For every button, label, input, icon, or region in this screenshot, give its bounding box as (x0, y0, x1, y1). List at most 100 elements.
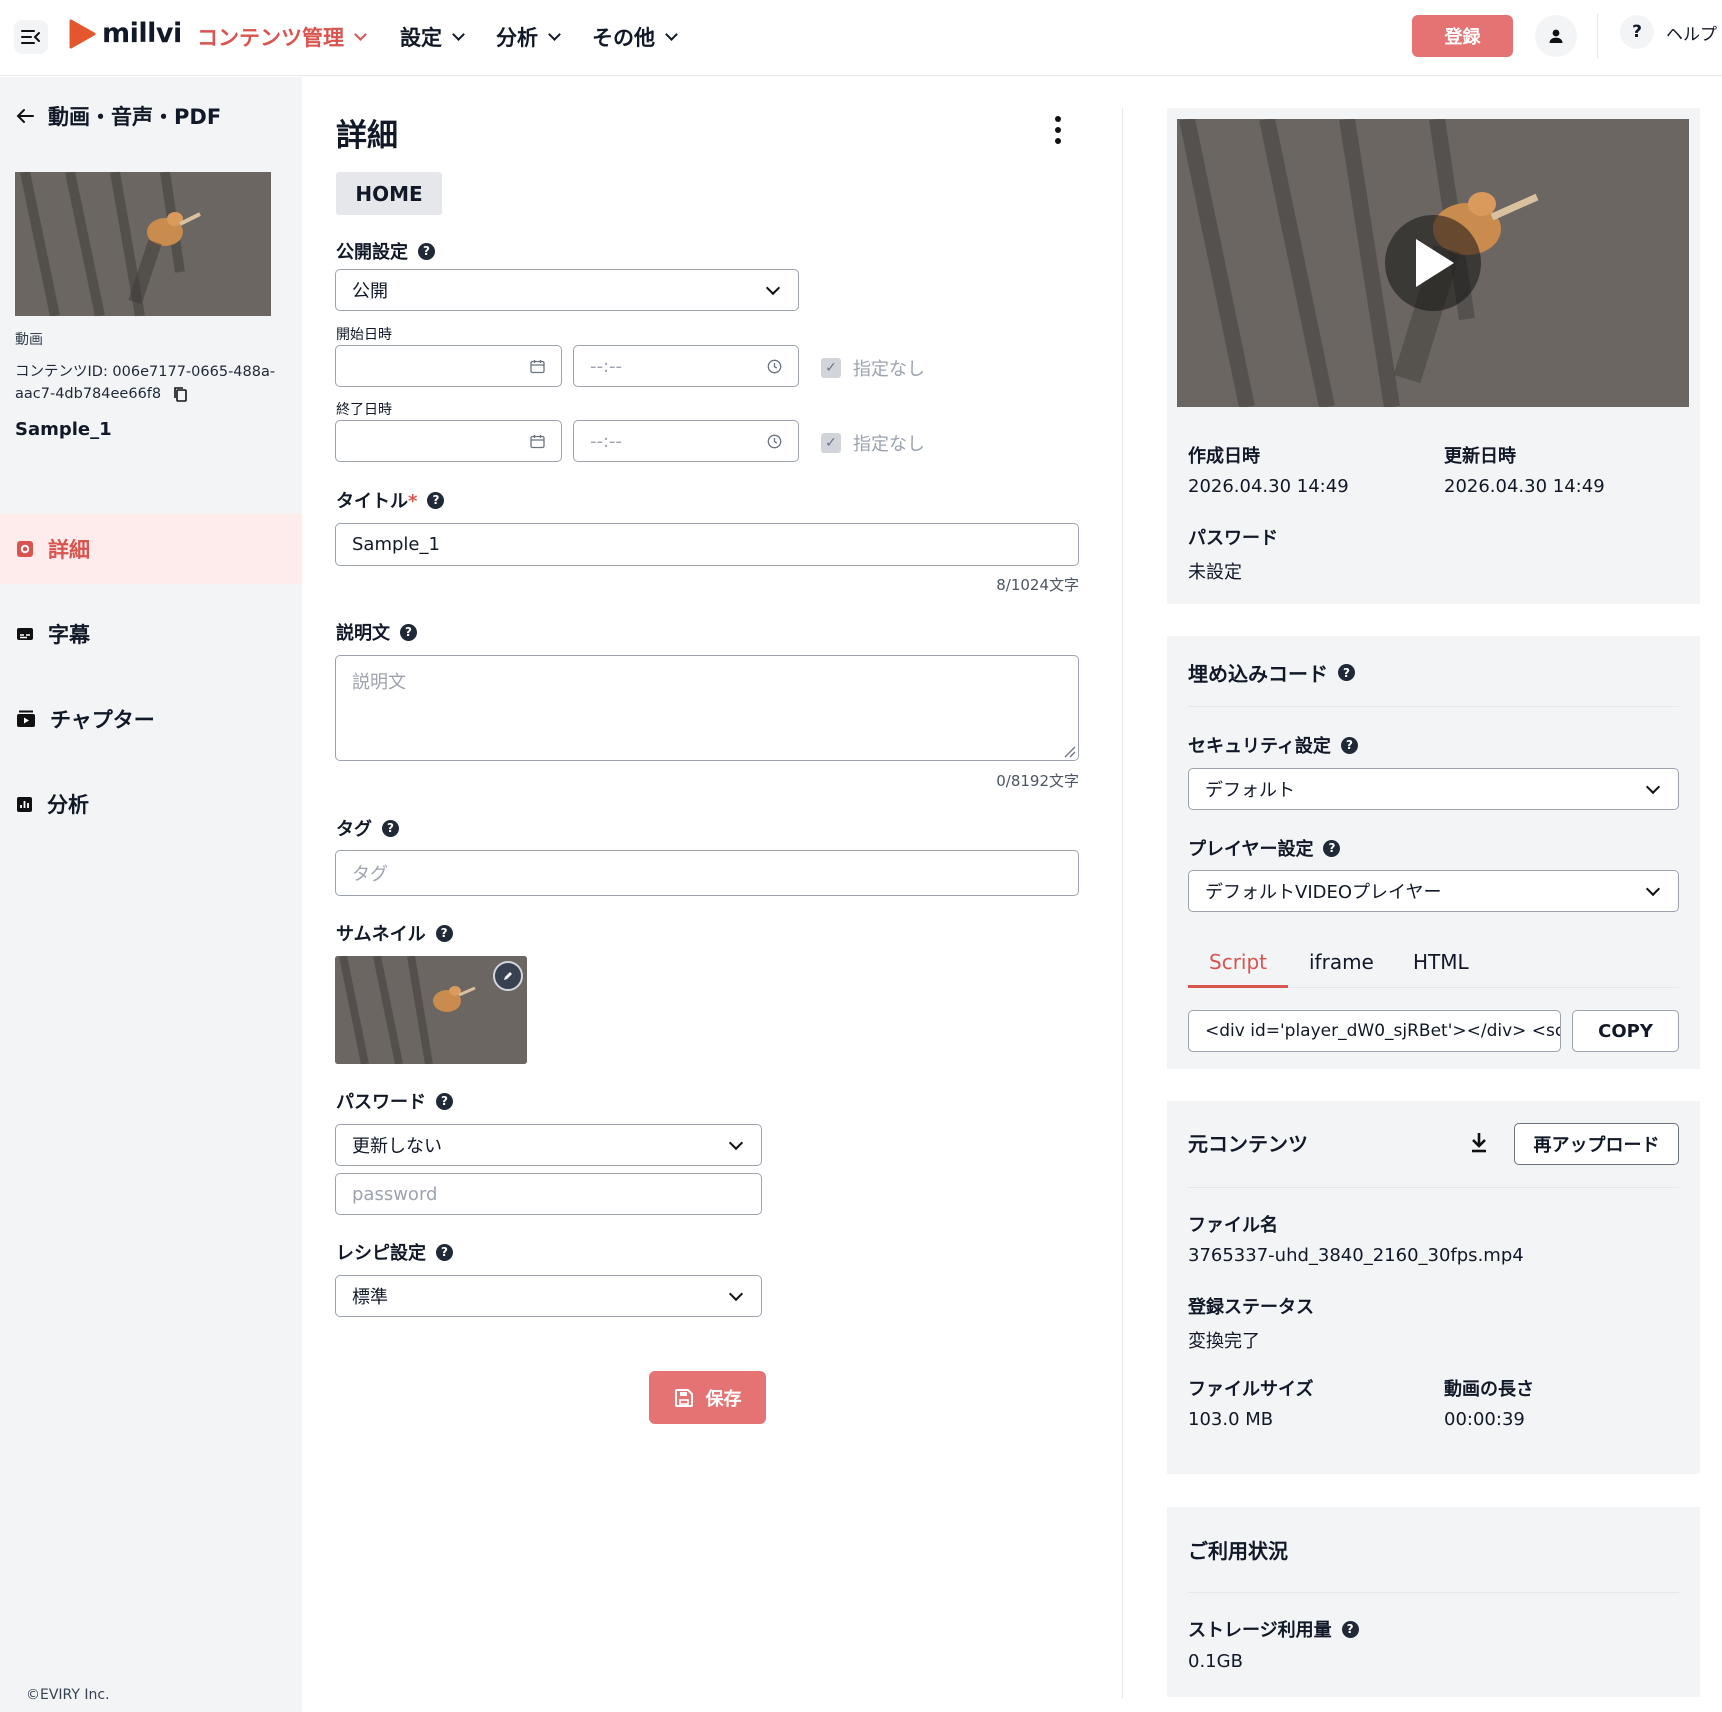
edit-icon[interactable] (493, 961, 523, 991)
help-icon[interactable]: ? (400, 623, 417, 641)
publish-select[interactable]: 公開 (335, 269, 799, 311)
content-thumbnail (15, 172, 271, 316)
chevron-down-icon (548, 28, 561, 41)
tags-input[interactable]: タグ (335, 850, 1079, 896)
reupload-button[interactable]: 再アップロード (1514, 1123, 1679, 1165)
sidebar: 動画・音声・PDF 動画 コンテンツID: 006e7177-0665-488a… (0, 77, 302, 1712)
help-icon[interactable]: ? (436, 1243, 453, 1261)
copy-button[interactable]: COPY (1572, 1010, 1679, 1052)
play-icon[interactable] (1385, 215, 1481, 311)
description-textarea[interactable]: 説明文 (335, 655, 1079, 761)
recipe-select[interactable]: 標準 (335, 1275, 762, 1317)
help-icon[interactable]: ? (1340, 736, 1358, 754)
menu-content-management[interactable]: コンテンツ管理 (197, 22, 367, 52)
logo[interactable]: millvi (68, 18, 182, 49)
info-card: 作成日時 2026.04.30 14:49 更新日時 2026.04.30 14… (1167, 108, 1700, 604)
status-label: 登録ステータス (1188, 1297, 1314, 1318)
help-icon: ? (1620, 15, 1654, 49)
password-input[interactable]: password (335, 1173, 762, 1215)
calendar-icon (530, 360, 545, 374)
filename-value: 3765337-uhd_3840_2160_30fps.mp4 (1188, 1245, 1524, 1266)
start-none-checkbox[interactable]: ✓ 指定なし (821, 355, 925, 381)
end-time-input[interactable]: --:-- (573, 420, 799, 462)
thumbnail-label: サムネイル? (336, 920, 453, 946)
chevron-down-icon (452, 28, 465, 41)
sidebar-item-subtitles[interactable]: 字幕 (0, 599, 302, 669)
register-button[interactable]: 登録 (1412, 15, 1513, 57)
back-link[interactable]: 動画・音声・PDF (16, 101, 221, 131)
help-button[interactable]: ? ヘルプ (1620, 15, 1717, 49)
security-label: セキュリティ設定? (1188, 732, 1358, 758)
tab-script-underline (1188, 985, 1288, 988)
embed-code-field[interactable]: <div id='player_dW0_sjRBet'></div> <scri… (1188, 1010, 1561, 1052)
tab-iframe[interactable]: iframe (1309, 950, 1374, 974)
content-id-line1: コンテンツID: 006e7177-0665-488a- (15, 364, 276, 380)
player-select[interactable]: デフォルトVIDEOプレイヤー (1188, 870, 1679, 912)
start-date-input[interactable] (335, 345, 562, 387)
brand-name: millvi (102, 18, 182, 49)
storage-label: ストレージ利用量? (1188, 1616, 1359, 1642)
column-divider (1122, 108, 1123, 1698)
divider (1597, 14, 1598, 58)
security-select[interactable]: デフォルト (1188, 768, 1679, 810)
clock-icon (767, 434, 782, 449)
help-icon[interactable]: ? (435, 924, 453, 942)
password-label: パスワード? (336, 1088, 453, 1114)
description-label: 説明文? (336, 619, 417, 645)
help-icon[interactable]: ? (1341, 1620, 1359, 1638)
source-content-card: 元コンテンツ 再アップロード ファイル名 3765337-uhd_3840_21… (1167, 1101, 1700, 1474)
end-datetime-label: 終了日時 (336, 402, 392, 418)
end-date-input[interactable] (335, 420, 562, 462)
embed-card: 埋め込みコード? セキュリティ設定? デフォルト プレイヤー設定? デフォルトV… (1167, 636, 1700, 1069)
page-title: 詳細 (336, 118, 398, 154)
more-options-icon[interactable] (1050, 114, 1066, 146)
menu-other[interactable]: その他 (592, 22, 678, 52)
chevron-down-icon (728, 1286, 744, 1302)
chevron-down-icon (765, 280, 781, 296)
help-icon[interactable]: ? (418, 242, 435, 260)
title-label: タイトル*? (336, 487, 445, 513)
top-bar: millvi コンテンツ管理 設定 分析 その他 登録 ? ヘルプ (0, 0, 1722, 76)
sidebar-item-analytics[interactable]: 分析 (0, 769, 302, 839)
sidebar-toggle-icon[interactable] (14, 20, 48, 54)
end-none-checkbox[interactable]: ✓ 指定なし (821, 430, 925, 456)
breadcrumb[interactable]: HOME (336, 172, 442, 215)
download-icon[interactable] (1469, 1131, 1493, 1155)
video-player[interactable] (1177, 119, 1689, 407)
copy-icon[interactable] (173, 386, 187, 402)
resize-handle-icon[interactable] (1062, 744, 1076, 758)
content-name: Sample_1 (15, 419, 112, 440)
start-time-input[interactable]: --:-- (573, 345, 799, 387)
title-char-counter: 8/1024文字 (996, 576, 1079, 594)
help-icon[interactable]: ? (436, 1092, 453, 1110)
thumbnail-preview[interactable] (335, 956, 527, 1064)
help-icon[interactable]: ? (382, 819, 399, 837)
chevron-down-icon (1645, 881, 1661, 897)
chevron-down-icon (354, 28, 367, 41)
checkmark-icon: ✓ (821, 358, 841, 378)
user-avatar-button[interactable] (1535, 15, 1577, 57)
help-icon[interactable]: ? (427, 491, 445, 509)
chevron-down-icon (1645, 779, 1661, 795)
help-icon[interactable]: ? (1323, 839, 1341, 857)
sidebar-item-details[interactable]: 詳細 (0, 514, 302, 584)
sidebar-item-chapters[interactable]: チャプター (0, 684, 302, 754)
tab-script[interactable]: Script (1209, 950, 1267, 974)
filename-label: ファイル名 (1188, 1215, 1278, 1236)
play-logo-icon (69, 19, 96, 48)
embed-title: 埋め込みコード? (1188, 658, 1355, 687)
password-status-label: パスワード (1188, 528, 1278, 549)
password-update-select[interactable]: 更新しない (335, 1124, 762, 1166)
password-status-value: 未設定 (1188, 562, 1242, 583)
help-icon[interactable]: ? (1338, 664, 1355, 681)
chapter-icon (17, 710, 35, 727)
chevron-down-icon (665, 28, 678, 41)
save-button[interactable]: 保存 (649, 1371, 766, 1424)
menu-analytics[interactable]: 分析 (496, 22, 561, 52)
tab-html[interactable]: HTML (1413, 950, 1469, 974)
description-char-counter: 0/8192文字 (996, 772, 1079, 790)
filesize-value: 103.0 MB (1188, 1409, 1274, 1430)
title-input[interactable]: Sample_1 (335, 523, 1079, 566)
filesize-label: ファイルサイズ (1188, 1379, 1314, 1400)
menu-settings[interactable]: 設定 (400, 22, 465, 52)
